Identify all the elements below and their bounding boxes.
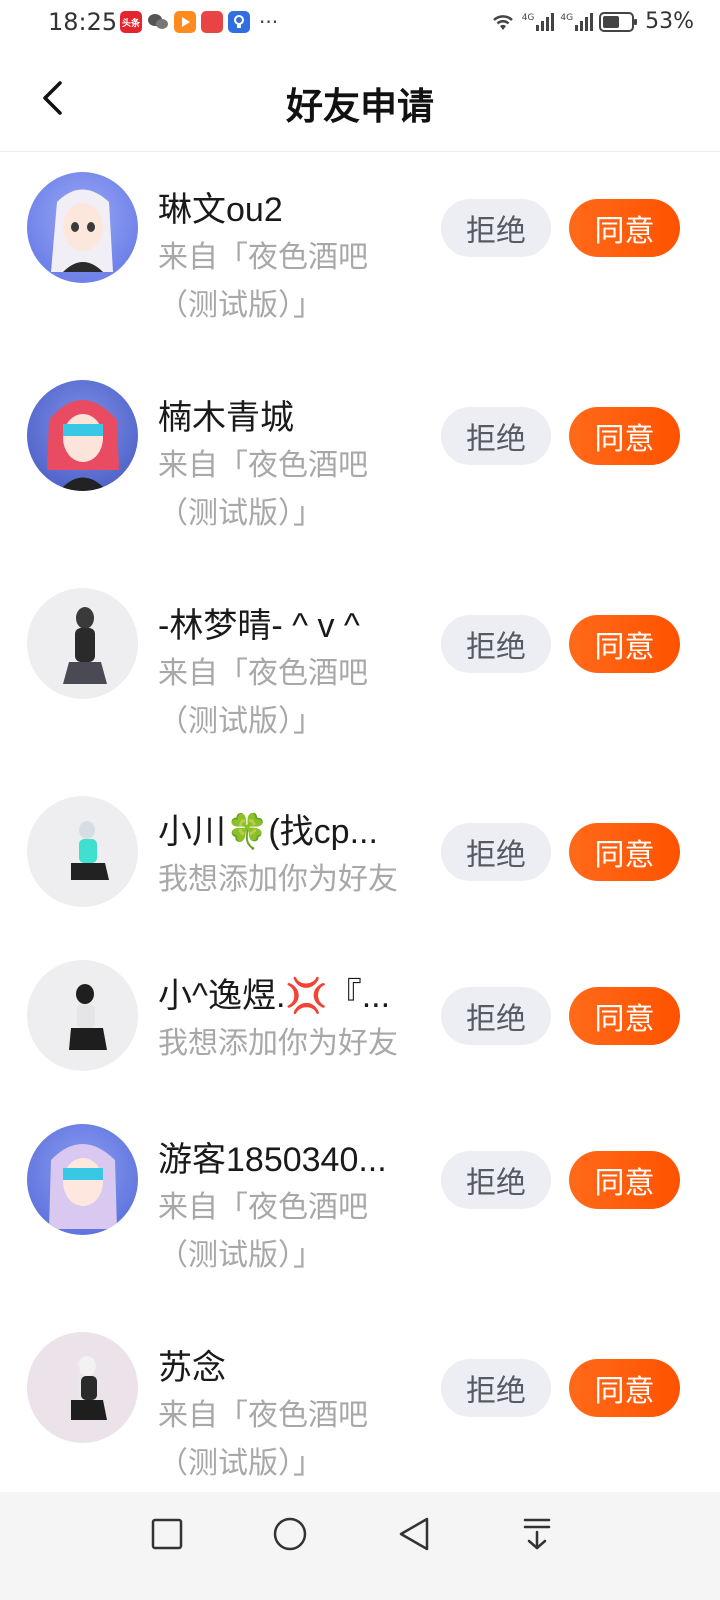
- video-icon: [174, 11, 196, 33]
- nav-bar: 好友申请: [0, 46, 720, 152]
- request-message-line2: （测试版）」: [158, 1239, 323, 1272]
- request-name: 游客1850340...: [158, 1141, 387, 1179]
- request-message: 来自「夜色酒吧: [158, 241, 368, 274]
- home-button[interactable]: [268, 1512, 312, 1556]
- red-app-icon: [201, 11, 223, 33]
- notification-pull-button[interactable]: [515, 1512, 559, 1556]
- list-item: -林梦晴- ^ v ^ 来自「夜色酒吧 （测试版）」 拒绝 同意: [0, 568, 720, 776]
- status-app-icons: 头条 ···: [120, 11, 278, 33]
- avatar[interactable]: [27, 380, 138, 491]
- accept-button[interactable]: 同意: [569, 1359, 680, 1417]
- accept-button[interactable]: 同意: [569, 987, 680, 1045]
- reject-button[interactable]: 拒绝: [441, 199, 551, 257]
- reject-button[interactable]: 拒绝: [441, 407, 551, 465]
- reject-button[interactable]: 拒绝: [441, 615, 551, 673]
- avatar[interactable]: [27, 1124, 138, 1235]
- request-message-line2: （测试版）」: [158, 705, 323, 738]
- avatar[interactable]: [27, 960, 138, 1071]
- list-item: 小川🍀(找cp... 我想添加你为好友 拒绝 同意: [0, 776, 720, 940]
- toutiao-icon: 头条: [120, 11, 142, 33]
- accept-button[interactable]: 同意: [569, 1151, 680, 1209]
- page-title: 好友申请: [286, 85, 434, 128]
- avatar[interactable]: [27, 796, 138, 907]
- request-name: 小川🍀(找cp...: [158, 813, 378, 851]
- list-item: 苏念 来自「夜色酒吧 （测试版）」 拒绝 同意: [0, 1312, 720, 1480]
- avatar[interactable]: [27, 588, 138, 699]
- request-name: 小^逸煜.💢『...: [158, 977, 391, 1015]
- reject-button[interactable]: 拒绝: [441, 823, 551, 881]
- recent-apps-button[interactable]: [145, 1512, 189, 1556]
- system-back-button[interactable]: [392, 1512, 436, 1556]
- request-message: 来自「夜色酒吧: [158, 449, 368, 482]
- list-item: 琳文ou2 来自「夜色酒吧 （测试版）」 拒绝 同意: [0, 152, 720, 360]
- request-name: -林梦晴- ^ v ^: [158, 607, 360, 645]
- battery-percent: 53%: [645, 9, 694, 34]
- request-message-line2: （测试版）」: [158, 1447, 323, 1480]
- list-item: 游客1850340... 来自「夜色酒吧 （测试版）」 拒绝 同意: [0, 1104, 720, 1312]
- reject-button[interactable]: 拒绝: [441, 987, 551, 1045]
- reject-button[interactable]: 拒绝: [441, 1151, 551, 1209]
- request-message: 来自「夜色酒吧: [158, 657, 368, 690]
- circle-icon: [273, 1517, 307, 1551]
- accept-button[interactable]: 同意: [569, 407, 680, 465]
- pull-down-icon: [523, 1518, 551, 1550]
- accept-button[interactable]: 同意: [569, 615, 680, 673]
- request-message: 来自「夜色酒吧: [158, 1399, 368, 1432]
- request-name: 苏念: [158, 1349, 226, 1387]
- friend-request-list: 琳文ou2 来自「夜色酒吧 （测试版）」 拒绝 同意 楠木青城 来自「夜色酒吧 …: [0, 152, 720, 1480]
- network-2-icon: 4G: [560, 12, 594, 31]
- avatar[interactable]: [27, 1332, 138, 1443]
- request-message: 我想添加你为好友: [158, 863, 398, 896]
- accept-button[interactable]: 同意: [569, 823, 680, 881]
- triangle-back-icon: [399, 1517, 429, 1551]
- list-item: 小^逸煜.💢『... 我想添加你为好友 拒绝 同意: [0, 940, 720, 1104]
- list-item: 楠木青城 来自「夜色酒吧 （测试版）」 拒绝 同意: [0, 360, 720, 568]
- status-indicators: 4G 4G 53%: [490, 9, 694, 34]
- request-message-line2: （测试版）」: [158, 497, 323, 530]
- network-1-icon: 4G: [522, 12, 555, 31]
- accept-button[interactable]: 同意: [569, 199, 680, 257]
- request-message-line2: （测试版）」: [158, 289, 323, 322]
- request-message: 来自「夜色酒吧: [158, 1191, 368, 1224]
- status-bar: 18:25 头条 ··· 4G 4G 53%: [0, 0, 720, 46]
- request-message: 我想添加你为好友: [158, 1027, 398, 1060]
- wechat-icon: [147, 11, 169, 33]
- system-nav-bar: [0, 1492, 720, 1600]
- request-name: 楠木青城: [158, 399, 294, 437]
- blue-app-icon: [228, 11, 250, 33]
- status-more: ···: [259, 10, 279, 34]
- wifi-icon: [492, 14, 513, 30]
- avatar[interactable]: [27, 172, 138, 283]
- reject-button[interactable]: 拒绝: [441, 1359, 551, 1417]
- battery-icon: [599, 11, 638, 32]
- status-time: 18:25: [48, 8, 118, 36]
- square-icon: [151, 1518, 183, 1550]
- request-name: 琳文ou2: [158, 191, 283, 229]
